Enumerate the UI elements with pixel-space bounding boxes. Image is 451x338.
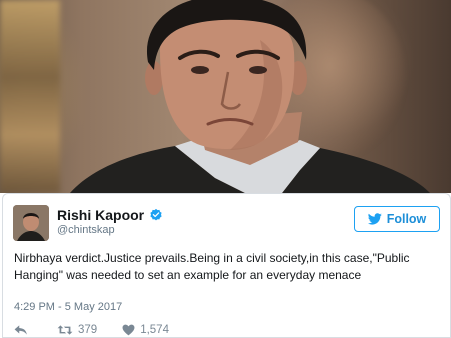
tweet-text: Nirbhaya verdict.Justice prevails.Being … bbox=[14, 251, 410, 282]
follow-button[interactable]: Follow bbox=[354, 206, 440, 232]
author-name-row: Rishi Kapoor bbox=[57, 207, 163, 223]
avatar-image bbox=[13, 205, 49, 241]
like-count: 1,574 bbox=[140, 324, 169, 336]
heart-icon bbox=[122, 324, 135, 336]
tweet-timestamp[interactable]: 4:29 PM - 5 May 2017 bbox=[14, 301, 122, 313]
avatar[interactable] bbox=[13, 205, 49, 241]
reply-icon bbox=[14, 325, 27, 335]
retweet-icon bbox=[57, 325, 73, 335]
retweet-count: 379 bbox=[78, 324, 98, 336]
reply-action[interactable] bbox=[14, 324, 57, 336]
person-photo bbox=[70, 0, 430, 193]
like-action[interactable]: 1,574 bbox=[122, 324, 169, 336]
twitter-bird-icon bbox=[367, 213, 382, 225]
tweet-card: Rishi Kapoor @chintskap Follow Nirbhaya … bbox=[2, 193, 451, 338]
tweet-actions: 379 1,574 bbox=[14, 324, 169, 336]
header-photo bbox=[0, 0, 451, 193]
verified-badge-icon bbox=[150, 208, 162, 221]
author-name[interactable]: Rishi Kapoor bbox=[57, 207, 144, 223]
retweet-action[interactable]: 379 bbox=[57, 324, 122, 336]
author-handle[interactable]: @chintskap bbox=[57, 224, 115, 236]
follow-label: Follow bbox=[386, 212, 427, 226]
